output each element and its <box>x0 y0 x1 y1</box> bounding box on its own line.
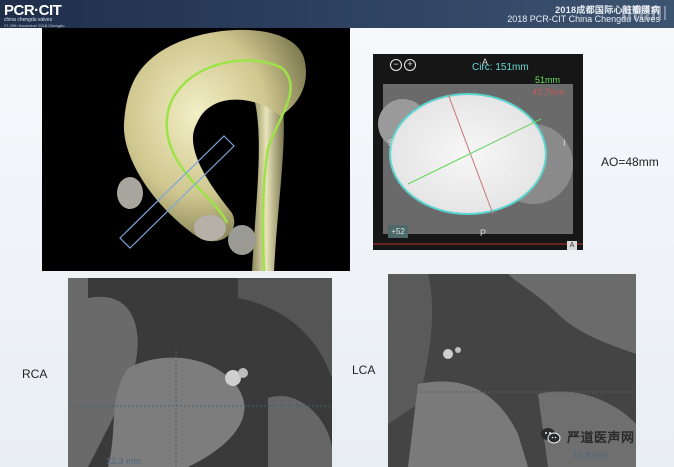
slice-offset-badge: +52 <box>388 225 408 238</box>
watermark-text: 严道医声网 <box>567 429 635 445</box>
zoom-out-button[interactable]: − <box>390 59 402 71</box>
rca-height-readout: 12.3 mm <box>106 456 142 466</box>
orientation-label-s: S <box>388 138 395 148</box>
rca-label: RCA <box>22 367 48 381</box>
orientation-label-i: I <box>563 138 566 148</box>
green-diameter-readout: 51mm <box>535 75 561 85</box>
circumference-readout: Circ: 151mm <box>472 62 529 73</box>
lca-label: LCA <box>352 363 376 377</box>
ao-diameter-label: AO=48mm <box>601 155 659 169</box>
rca-slice-image <box>68 278 332 467</box>
banner-title-en: 2018 PCR-CIT China Chengdu Valves <box>507 14 660 24</box>
wechat-icon <box>540 427 562 445</box>
lca-height-readout: 12.8 mm <box>573 450 609 460</box>
conference-banner: PCR·CIT china chengdu valves 27-29th Nov… <box>0 0 674 28</box>
orientation-label-p: P <box>480 228 487 238</box>
watermark: 严道医声网 <box>540 426 635 446</box>
red-diameter-readout: 43.7mm <box>532 87 565 97</box>
rca-ct-slice <box>68 278 332 467</box>
aorta-3d-image <box>117 29 306 271</box>
aorta-3d-render <box>42 28 350 271</box>
zoom-in-button[interactable]: + <box>404 59 416 71</box>
pcr-cit-logo: PCR·CIT china chengdu valves 27-29th Nov… <box>4 2 65 28</box>
corner-marker: A <box>567 241 577 250</box>
